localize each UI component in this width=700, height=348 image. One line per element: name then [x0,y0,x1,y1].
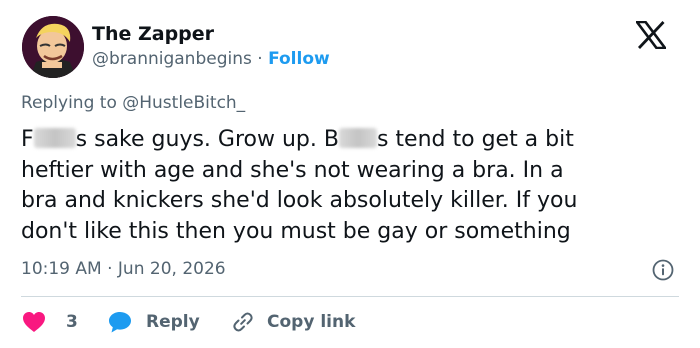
censor-blur [338,128,377,148]
author-name[interactable]: The Zapper [92,23,214,45]
avatar-image [22,16,84,78]
avatar[interactable] [22,16,84,78]
censor-blur [33,128,76,148]
timestamp-date: Jun 20, 2026 [117,259,226,279]
reply-label: Reply [146,312,200,332]
speech-bubble-icon [109,312,131,333]
tweet-line-1-c: s tend to get a bit [376,127,574,152]
copy-link-label: Copy link [267,312,356,332]
tweet-text: Fs sake guys. Grow up. B s tend to get a … [21,125,685,247]
timestamp-separator: · [107,259,113,279]
tweet-line-1-a: F [21,127,34,152]
like-button[interactable]: 3 [22,309,78,335]
tweet-line-1-b: s sake guys. Grow up. B [75,127,339,152]
handle-separator: · [257,49,263,69]
timestamp-time: 10:19 AM [21,259,102,279]
tweet-line-4: don't like this then you must be gay or … [21,218,571,244]
reply-button[interactable]: Reply [108,309,200,335]
heart-icon [23,312,45,332]
link-icon [233,312,253,332]
follow-button[interactable]: Follow [268,49,330,69]
tweet-line-2: heftier with age and she's not wearing a… [21,157,564,183]
tweet-line-1: Fs sake guys. Grow up. B s tend to get a … [21,125,685,156]
reply-context-prefix: Replying to [21,93,123,113]
info-icon[interactable] [652,259,674,281]
reply-context: Replying to @HustleBitch_ [21,93,245,113]
tweet-line-3: bra and knickers she'd look absolutely k… [21,188,578,213]
timestamp[interactable]: 10:19 AM · Jun 20, 2026 [21,259,226,279]
reply-mention-link[interactable]: @HustleBitch_ [122,93,245,113]
x-logo-icon[interactable] [634,20,668,50]
author-handle[interactable]: @branniganbegins [92,49,252,69]
divider [21,296,679,297]
like-count: 3 [66,312,78,332]
copy-link-button[interactable]: Copy link [231,309,355,335]
author-handle-row: @branniganbegins · Follow [92,49,330,69]
